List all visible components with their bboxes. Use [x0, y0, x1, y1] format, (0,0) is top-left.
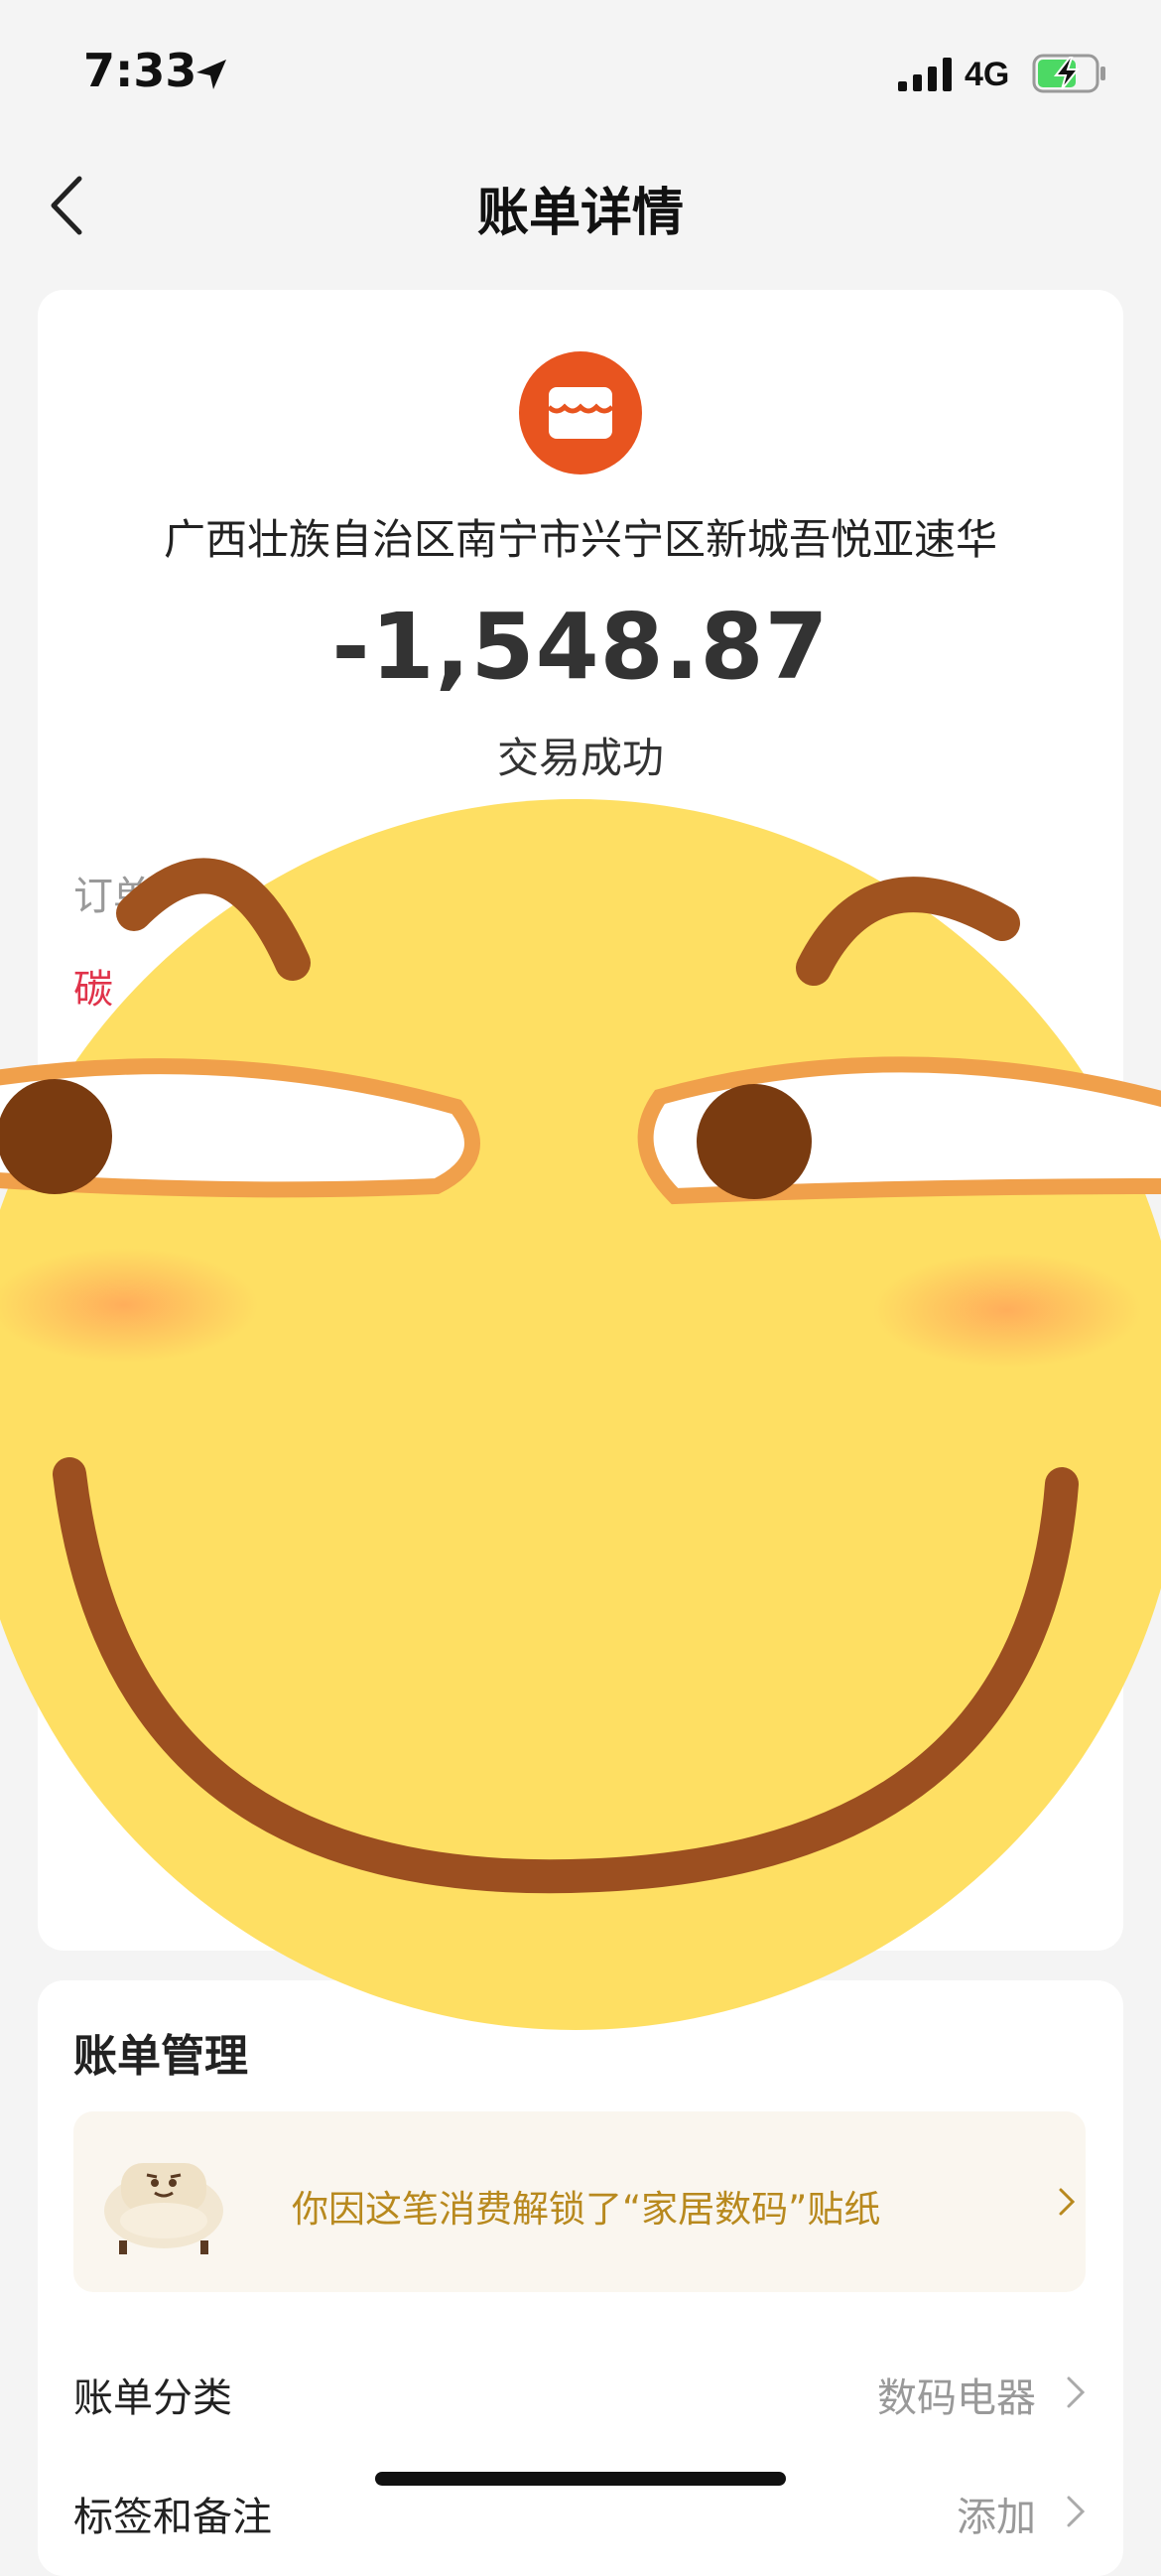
cellular-signal-icon — [898, 58, 952, 91]
sofa-sticker-icon — [104, 2163, 223, 2254]
tags-notes-label: 标签和备注 — [73, 2495, 272, 2540]
bill-category-label: 账单分类 — [73, 2375, 232, 2421]
location-arrow-icon — [196, 60, 226, 89]
status-time: 7:33 — [83, 44, 197, 97]
sticker-unlock-text: 你因这笔消费解锁了“家居数码”贴纸 — [292, 2188, 881, 2231]
sticker-banner[interactable]: 你因这笔消费解锁了“家居数码”贴纸 — [73, 2111, 1086, 2292]
bill-category-value[interactable]: 数码电器 — [877, 2366, 1036, 2423]
status-bar: 7:33 4G — [0, 0, 1161, 149]
nav-bar: 账单详情 — [0, 149, 1161, 258]
transaction-amount: -1,548.87 — [331, 594, 830, 700]
home-indicator — [375, 2472, 786, 2486]
chevron-right-icon — [1067, 2496, 1086, 2527]
network-type: 4G — [965, 56, 1010, 93]
page-title: 账单详情 — [476, 184, 684, 243]
store-icon — [519, 351, 642, 475]
bill-management-card: 账单管理 你因这笔消费解锁了“家居数码”贴纸 账单分类 数码电器 标签和备注 添… — [38, 1980, 1123, 2576]
merchant-name: 广西壮族自治区南宁市兴宁区新城吾悦亚速华 — [163, 515, 997, 564]
tags-notes-value[interactable]: 添加 — [957, 2485, 1036, 2542]
battery-charging-icon — [1032, 54, 1105, 93]
chevron-right-icon — [1067, 2376, 1086, 2408]
transaction-status: 交易成功 — [496, 734, 664, 782]
chevron-right-icon — [1059, 2188, 1076, 2216]
smirk-emoji-sticker — [0, 799, 1161, 2030]
